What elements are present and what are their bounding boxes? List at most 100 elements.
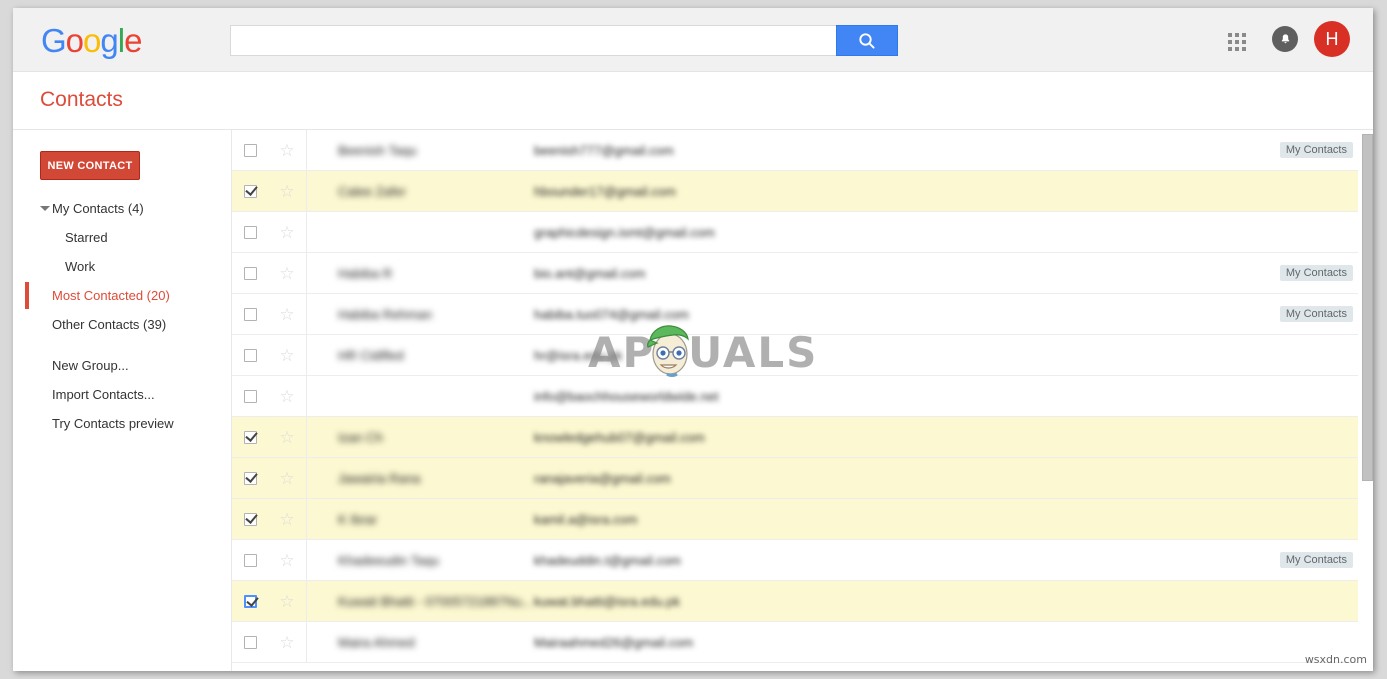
apps-dot xyxy=(1235,40,1239,44)
table-row[interactable]: ☆ Habiba Rehman habiba.tuo074@gmail.com My … xyxy=(232,294,1358,335)
table-row[interactable]: ☆ Beenish Taqu beenish777@gmail.com My Cont… xyxy=(232,130,1358,171)
contact-email: beenish777@gmail.com xyxy=(534,142,674,158)
logo-letter-o1: o xyxy=(65,22,84,59)
row-star-cell[interactable]: ☆ xyxy=(268,183,306,200)
new-contact-button[interactable]: NEW CONTACT xyxy=(40,151,140,180)
star-icon[interactable]: ☆ xyxy=(279,470,294,487)
star-icon[interactable]: ☆ xyxy=(279,429,294,446)
row-star-cell[interactable]: ☆ xyxy=(268,511,306,528)
row-checkbox[interactable] xyxy=(243,594,257,608)
row-star-cell[interactable]: ☆ xyxy=(268,265,306,282)
star-icon[interactable]: ☆ xyxy=(279,347,294,364)
star-icon[interactable]: ☆ xyxy=(279,183,294,200)
row-star-cell[interactable]: ☆ xyxy=(268,224,306,241)
contact-email: kamil.a@isra.com xyxy=(534,511,638,527)
row-checkbox[interactable] xyxy=(243,635,257,649)
table-row[interactable]: ☆ info@baochhouseworldwide.net xyxy=(232,376,1358,417)
sidebar-item-most-contacted-20[interactable]: Most Contacted (20) xyxy=(13,281,232,310)
status-badge: My Contacts xyxy=(1279,306,1353,322)
row-checkbox[interactable] xyxy=(243,512,257,526)
table-row[interactable]: ☆ Calee Zafer hbounder17@gmail.com xyxy=(232,171,1358,212)
status-badge: My Contacts xyxy=(1279,142,1353,158)
row-checkbox-cell[interactable] xyxy=(232,266,268,280)
apps-dot xyxy=(1228,33,1232,37)
row-checkbox[interactable] xyxy=(243,389,257,403)
logo-letter-g: G xyxy=(41,22,67,59)
star-icon[interactable]: ☆ xyxy=(279,388,294,405)
row-checkbox-cell[interactable] xyxy=(232,348,268,362)
table-row[interactable]: ☆ Izan Ch knowledgehub07@gmail.com xyxy=(232,417,1358,458)
row-checkbox-cell[interactable] xyxy=(232,225,268,239)
sidebar: NEW CONTACT My Contacts (4) Starred Work Mo… xyxy=(13,130,232,671)
row-star-cell[interactable]: ☆ xyxy=(268,552,306,569)
star-icon[interactable]: ☆ xyxy=(279,224,294,241)
apps-grid-icon[interactable] xyxy=(1228,33,1250,55)
row-checkbox[interactable] xyxy=(243,266,257,280)
row-checkbox[interactable] xyxy=(243,143,257,157)
row-checkbox[interactable] xyxy=(243,471,257,485)
star-icon[interactable]: ☆ xyxy=(279,552,294,569)
row-checkbox[interactable] xyxy=(243,348,257,362)
status-badge: My Contacts xyxy=(1279,265,1353,281)
row-checkbox-cell[interactable] xyxy=(232,512,268,526)
row-checkbox[interactable] xyxy=(243,225,257,239)
row-checkbox-cell[interactable] xyxy=(232,471,268,485)
row-checkbox[interactable] xyxy=(243,307,257,321)
contact-rows: ☆ Beenish Taqu beenish777@gmail.com My Cont… xyxy=(232,130,1373,663)
table-row[interactable]: ☆ Khadeeudin Taqu khadeuddin.t@gmail.com My… xyxy=(232,540,1358,581)
row-star-cell[interactable]: ☆ xyxy=(268,142,306,159)
row-checkbox-cell[interactable] xyxy=(232,594,268,608)
sidebar-item-starred[interactable]: Starred xyxy=(13,223,232,252)
table-row[interactable]: ☆ graphicdesign.ismt@gmail.com xyxy=(232,212,1358,253)
sidebar-nav-list: My Contacts (4) Starred Work Most Contacted… xyxy=(13,194,232,438)
sidebar-item-work[interactable]: Work xyxy=(13,252,232,281)
row-star-cell[interactable]: ☆ xyxy=(268,388,306,405)
sidebar-item-other-contacts-39[interactable]: Other Contacts (39) xyxy=(13,310,232,339)
row-checkbox-cell[interactable] xyxy=(232,307,268,321)
sidebar-item-try-contacts-preview[interactable]: Try Contacts preview xyxy=(13,409,232,438)
row-star-cell[interactable]: ☆ xyxy=(268,347,306,364)
sidebar-item-label: Try Contacts preview xyxy=(52,416,174,431)
apps-dot xyxy=(1235,47,1239,51)
table-row[interactable]: ☆ Jawairia Rana ranajaveria@gmail.com xyxy=(232,458,1358,499)
row-checkbox-cell[interactable] xyxy=(232,553,268,567)
row-checkbox[interactable] xyxy=(243,553,257,567)
sidebar-item-import-contacts[interactable]: Import Contacts... xyxy=(13,380,232,409)
row-star-cell[interactable]: ☆ xyxy=(268,634,306,651)
star-icon[interactable]: ☆ xyxy=(279,265,294,282)
sidebar-item-new-group[interactable]: New Group... xyxy=(13,351,232,380)
search-input[interactable] xyxy=(230,25,836,56)
notifications-button[interactable] xyxy=(1272,26,1298,52)
row-checkbox[interactable] xyxy=(243,184,257,198)
star-icon[interactable]: ☆ xyxy=(279,142,294,159)
google-logo[interactable]: Google xyxy=(41,22,142,59)
contact-name: Habiba Rehman xyxy=(338,306,432,322)
row-checkbox-cell[interactable] xyxy=(232,143,268,157)
row-star-cell[interactable]: ☆ xyxy=(268,470,306,487)
row-checkbox-cell[interactable] xyxy=(232,430,268,444)
star-icon[interactable]: ☆ xyxy=(279,634,294,651)
row-star-cell[interactable]: ☆ xyxy=(268,593,306,610)
star-icon[interactable]: ☆ xyxy=(279,593,294,610)
sidebar-item-my-contacts-4[interactable]: My Contacts (4) xyxy=(13,194,232,223)
row-checkbox-cell[interactable] xyxy=(232,389,268,403)
sidebar-item-label: Most Contacted (20) xyxy=(52,288,170,303)
chevron-down-icon[interactable] xyxy=(40,206,50,211)
contact-email: hr@isra.edu.pk xyxy=(534,347,623,363)
row-checkbox-cell[interactable] xyxy=(232,635,268,649)
scrollbar-thumb[interactable] xyxy=(1362,134,1373,481)
table-row[interactable]: ☆ Maira Ahmed Mairaahmed26@gmail.com xyxy=(232,622,1358,663)
row-star-cell[interactable]: ☆ xyxy=(268,429,306,446)
star-icon[interactable]: ☆ xyxy=(279,511,294,528)
row-star-cell[interactable]: ☆ xyxy=(268,306,306,323)
avatar[interactable]: H xyxy=(1314,21,1350,57)
search-button[interactable] xyxy=(836,25,898,56)
table-row[interactable]: ☆ K Ibrar kamil.a@isra.com xyxy=(232,499,1358,540)
row-checkbox[interactable] xyxy=(243,430,257,444)
table-row[interactable]: ☆ Habiba R bio.ant@gmail.com My Contacts xyxy=(232,253,1358,294)
logo-letter-g2: g xyxy=(100,22,118,59)
table-row[interactable]: ☆ HR Cidifled hr@isra.edu.pk xyxy=(232,335,1358,376)
table-row[interactable]: ☆ Kuwait Bhatti - 07005721887Nu... kuwat.b… xyxy=(232,581,1358,622)
row-checkbox-cell[interactable] xyxy=(232,184,268,198)
star-icon[interactable]: ☆ xyxy=(279,306,294,323)
